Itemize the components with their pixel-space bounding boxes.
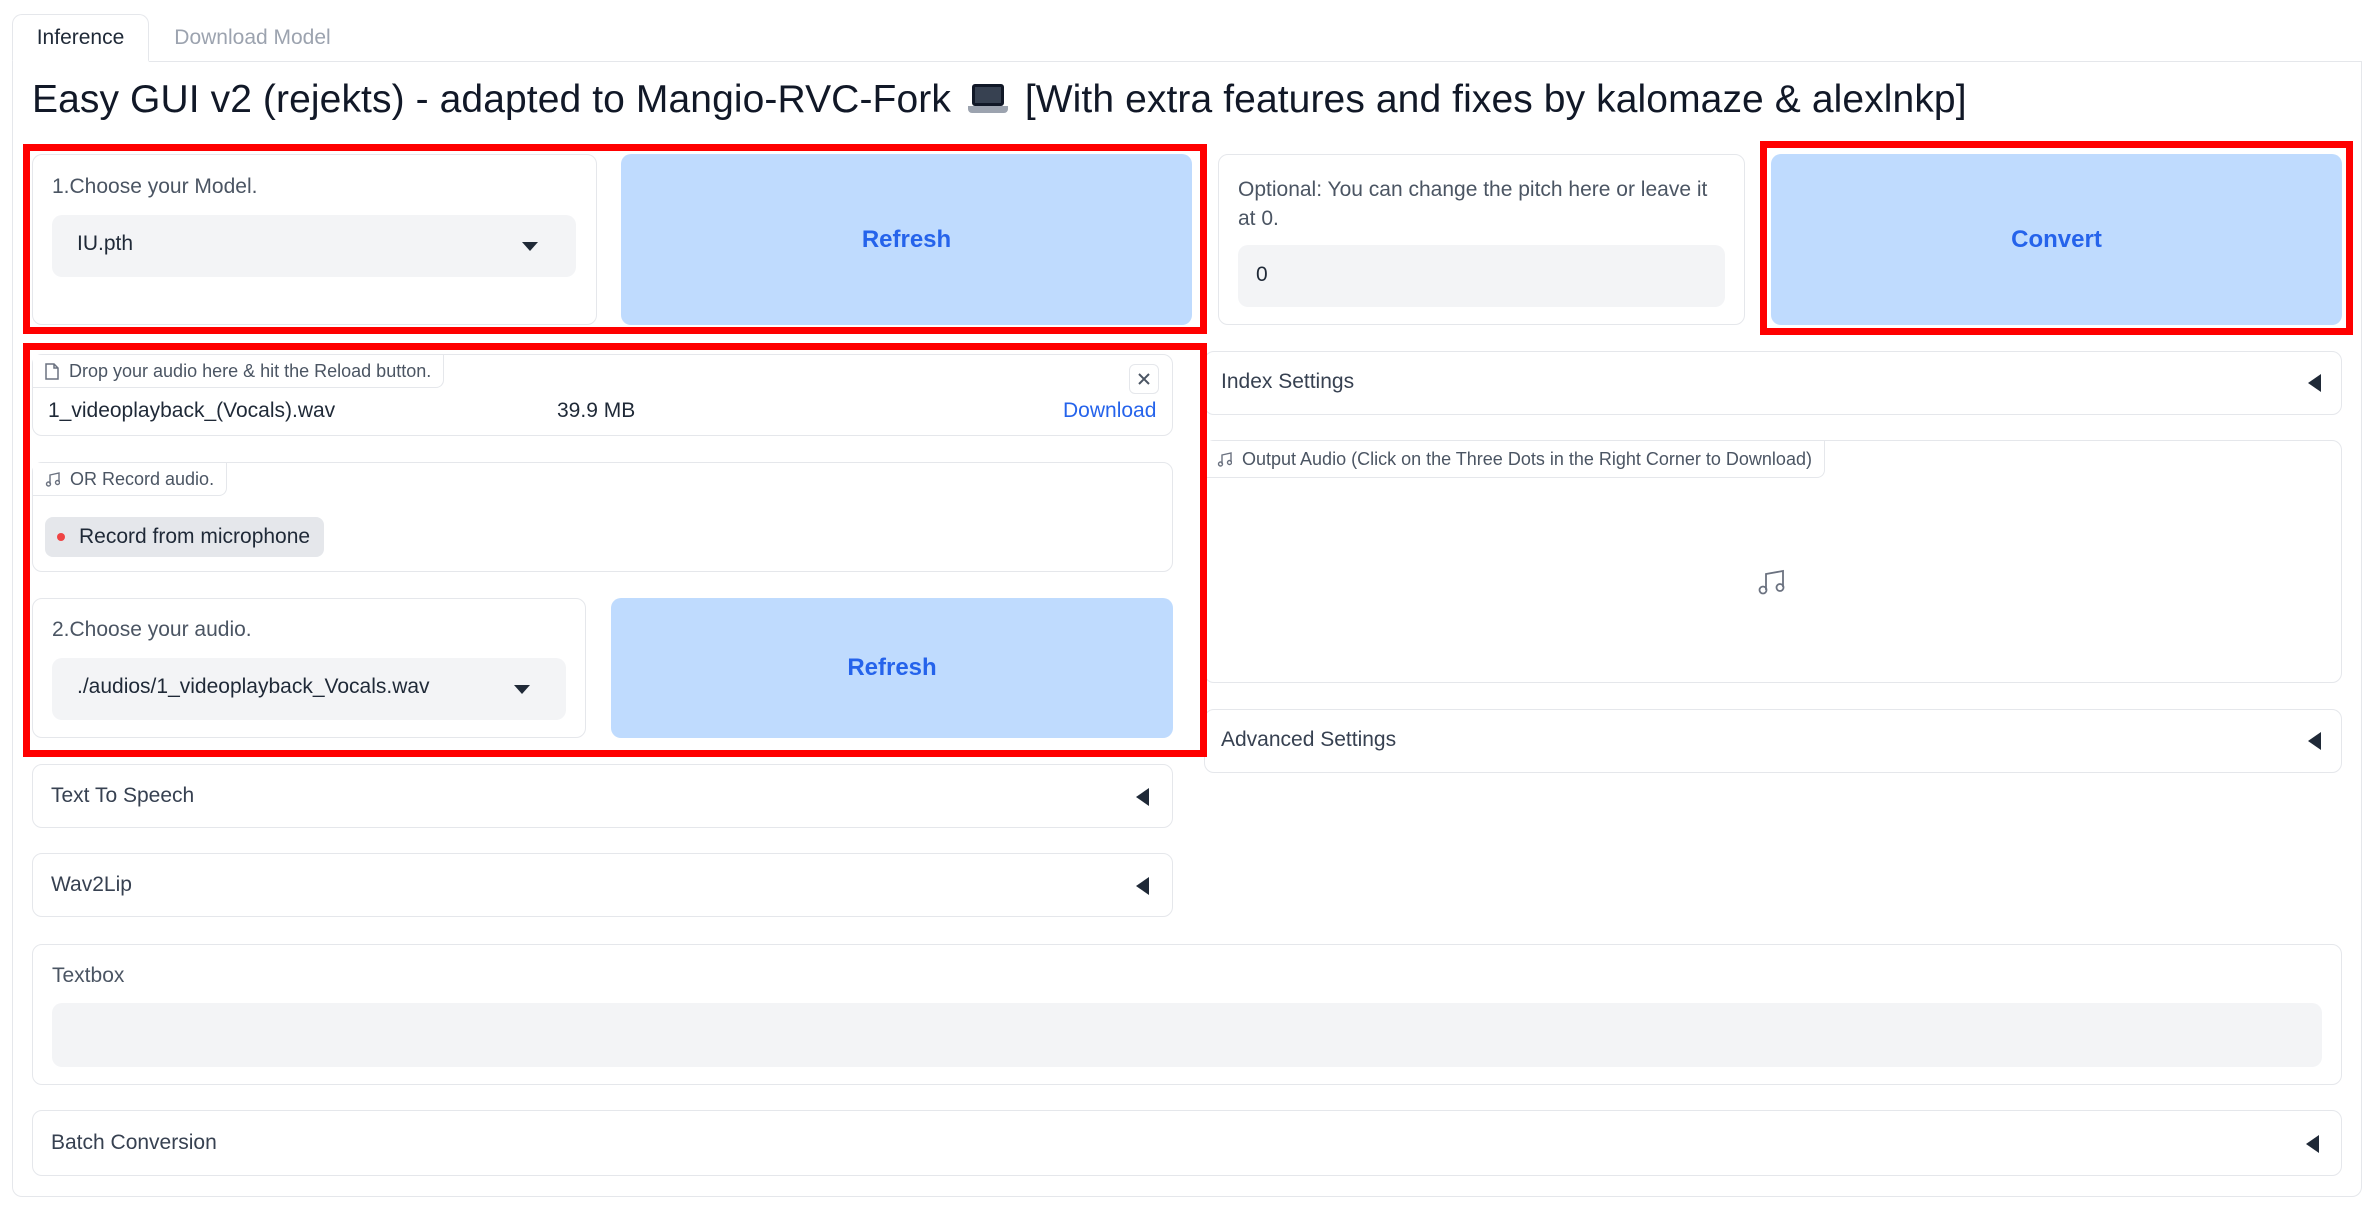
caret-left-icon [2308,732,2321,750]
index-settings-title: Index Settings [1221,370,1355,393]
tab-inference[interactable]: Inference [12,14,149,62]
textbox-label: Textbox [52,964,125,987]
chevron-down-icon [514,685,530,694]
uploaded-file-size: 39.9 MB [557,399,636,422]
audio-upload-chip: Drop your audio here & hit the Reload bu… [33,355,445,388]
audio-choose-label: 2.Choose your audio. [52,618,252,641]
text-to-speech-title: Text To Speech [51,784,195,807]
music-note-icon [1758,569,1785,595]
page-title-suffix: [With extra features and fixes by kaloma… [1024,78,1967,121]
audio-selected-value: ./audios/1_videoplayback_Vocals.wav [77,675,430,698]
caret-left-icon [2306,1135,2319,1153]
record-dot-icon [57,533,65,541]
music-note-icon [1217,451,1232,467]
record-microphone-button[interactable]: Record from microphone [45,517,325,557]
wav2lip-title: Wav2Lip [51,873,132,896]
convert-button[interactable]: Convert [1771,154,2342,325]
audio-upload-chip-text: Drop your audio here & hit the Reload bu… [69,360,432,381]
page-title: Easy GUI v2 (rejekts) - adapted to Mangi… [32,78,1967,122]
textbox-input[interactable] [52,1003,2322,1067]
tab-download-model[interactable]: Download Model [160,14,345,62]
file-download-link[interactable]: Download [1063,399,1156,423]
chevron-down-icon [522,242,538,251]
wav2lip-accordion[interactable]: Wav2Lip [32,853,1173,917]
caret-left-icon [1136,877,1149,895]
page-title-text: Easy GUI v2 (rejekts) - adapted to Mangi… [32,78,951,121]
advanced-settings-title: Advanced Settings [1221,728,1397,751]
close-icon [1138,373,1150,385]
tab-download-model-label: Download Model [174,26,331,49]
batch-conversion-title: Batch Conversion [51,1131,217,1154]
audio-dropdown[interactable]: ./audios/1_videoplayback_Vocals.wav [52,658,566,720]
record-microphone-label: Record from microphone [79,525,311,548]
model-dropdown[interactable]: IU.pth [52,215,576,277]
file-icon [45,362,59,380]
caret-left-icon [1136,788,1149,806]
tab-bar [12,14,2362,62]
tab-inference-label: Inference [36,25,125,49]
index-settings-accordion[interactable]: Index Settings [1204,351,2342,415]
model-selected-value: IU.pth [77,232,134,255]
audio-refresh-button[interactable]: Refresh [611,598,1173,738]
batch-conversion-accordion[interactable]: Batch Conversion [32,1110,2342,1176]
laptop-icon [967,84,1008,114]
advanced-settings-accordion[interactable]: Advanced Settings [1204,709,2342,773]
model-label: 1.Choose your Model. [52,175,258,198]
record-audio-chip: OR Record audio. [33,463,228,496]
pitch-value: 0 [1256,263,1268,286]
uploaded-file-name: 1_videoplayback_(Vocals).wav [48,399,336,422]
caret-left-icon [2308,374,2321,392]
output-audio-chip-text: Output Audio (Click on the Three Dots in… [1242,448,1812,469]
output-audio-chip: Output Audio (Click on the Three Dots in… [1205,441,1825,478]
clear-file-button[interactable] [1129,364,1159,394]
record-audio-chip-text: OR Record audio. [70,468,215,489]
pitch-label: Optional: You can change the pitch here … [1238,178,1708,230]
music-note-icon [45,471,60,487]
model-refresh-button[interactable]: Refresh [621,154,1192,325]
pitch-input[interactable]: 0 [1238,245,1725,307]
text-to-speech-accordion[interactable]: Text To Speech [32,764,1173,828]
